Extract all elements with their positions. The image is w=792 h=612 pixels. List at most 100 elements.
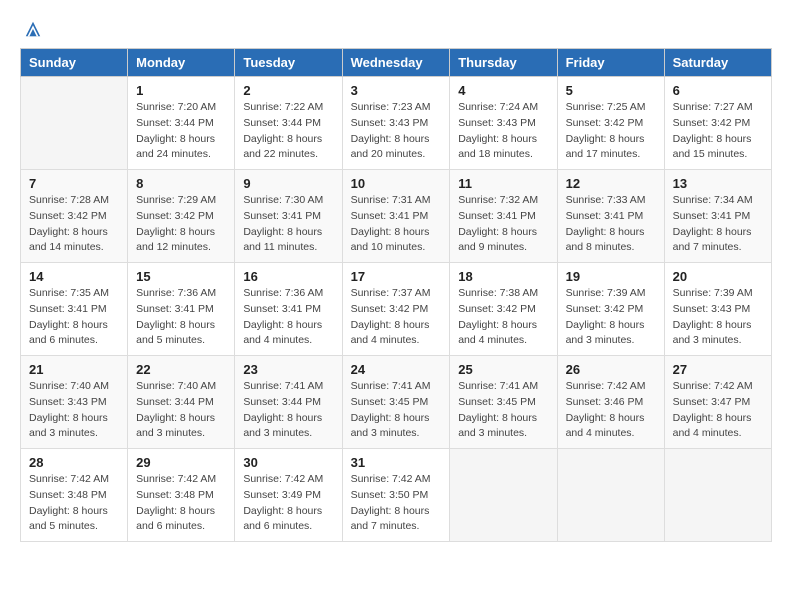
calendar-cell xyxy=(664,449,771,542)
calendar-cell: 3 Sunrise: 7:23 AM Sunset: 3:43 PM Daylig… xyxy=(342,77,450,170)
calendar-cell xyxy=(557,449,664,542)
calendar-cell: 7 Sunrise: 7:28 AM Sunset: 3:42 PM Daylig… xyxy=(21,170,128,263)
calendar-week-row: 7 Sunrise: 7:28 AM Sunset: 3:42 PM Daylig… xyxy=(21,170,772,263)
calendar-week-row: 14 Sunrise: 7:35 AM Sunset: 3:41 PM Dayli… xyxy=(21,263,772,356)
day-info: Sunrise: 7:32 AM Sunset: 3:41 PM Dayligh… xyxy=(458,193,548,256)
calendar-cell: 30 Sunrise: 7:42 AM Sunset: 3:49 PM Dayli… xyxy=(235,449,342,542)
day-info: Sunrise: 7:36 AM Sunset: 3:41 PM Dayligh… xyxy=(243,286,333,349)
calendar-body: 1Sunrise: 7:20 AM Sunset: 3:44 PM Daylig… xyxy=(21,77,772,542)
day-info: Sunrise: 7:42 AM Sunset: 3:49 PM Dayligh… xyxy=(243,472,333,535)
day-number: 9 xyxy=(243,176,333,191)
calendar-week-row: 28Sunrise: 7:42 AM Sunset: 3:48 PM Dayli… xyxy=(21,449,772,542)
day-info: Sunrise: 7:39 AM Sunset: 3:43 PM Dayligh… xyxy=(673,286,763,349)
calendar-cell: 1Sunrise: 7:20 AM Sunset: 3:44 PM Daylig… xyxy=(128,77,235,170)
day-info: Sunrise: 7:38 AM Sunset: 3:42 PM Dayligh… xyxy=(458,286,548,349)
calendar-cell: 18 Sunrise: 7:38 AM Sunset: 3:42 PM Dayli… xyxy=(450,263,557,356)
calendar-cell: 4 Sunrise: 7:24 AM Sunset: 3:43 PM Daylig… xyxy=(450,77,557,170)
calendar-cell: 26 Sunrise: 7:42 AM Sunset: 3:46 PM Dayli… xyxy=(557,356,664,449)
calendar-cell: 24 Sunrise: 7:41 AM Sunset: 3:45 PM Dayli… xyxy=(342,356,450,449)
day-info: Sunrise: 7:34 AM Sunset: 3:41 PM Dayligh… xyxy=(673,193,763,256)
day-number: 4 xyxy=(458,83,548,98)
day-info: Sunrise: 7:28 AM Sunset: 3:42 PM Dayligh… xyxy=(29,193,119,256)
calendar-day-header: Wednesday xyxy=(342,49,450,77)
calendar-week-row: 21 Sunrise: 7:40 AM Sunset: 3:43 PM Dayli… xyxy=(21,356,772,449)
day-number: 15 xyxy=(136,269,226,284)
day-number: 29 xyxy=(136,455,226,470)
calendar-cell: 22Sunrise: 7:40 AM Sunset: 3:44 PM Dayli… xyxy=(128,356,235,449)
calendar-cell: 6 Sunrise: 7:27 AM Sunset: 3:42 PM Daylig… xyxy=(664,77,771,170)
day-info: Sunrise: 7:23 AM Sunset: 3:43 PM Dayligh… xyxy=(351,100,442,163)
calendar-cell: 20 Sunrise: 7:39 AM Sunset: 3:43 PM Dayli… xyxy=(664,263,771,356)
day-info: Sunrise: 7:36 AM Sunset: 3:41 PM Dayligh… xyxy=(136,286,226,349)
day-number: 1 xyxy=(136,83,226,98)
calendar-table: SundayMondayTuesdayWednesdayThursdayFrid… xyxy=(20,48,772,542)
day-number: 7 xyxy=(29,176,119,191)
day-number: 24 xyxy=(351,362,442,377)
calendar-cell: 25 Sunrise: 7:41 AM Sunset: 3:45 PM Dayli… xyxy=(450,356,557,449)
day-info: Sunrise: 7:42 AM Sunset: 3:50 PM Dayligh… xyxy=(351,472,442,535)
day-info: Sunrise: 7:40 AM Sunset: 3:43 PM Dayligh… xyxy=(29,379,119,442)
calendar-cell: 17 Sunrise: 7:37 AM Sunset: 3:42 PM Dayli… xyxy=(342,263,450,356)
calendar-cell: 13 Sunrise: 7:34 AM Sunset: 3:41 PM Dayli… xyxy=(664,170,771,263)
day-number: 23 xyxy=(243,362,333,377)
day-number: 28 xyxy=(29,455,119,470)
calendar-day-header: Monday xyxy=(128,49,235,77)
calendar-day-header: Sunday xyxy=(21,49,128,77)
day-number: 8 xyxy=(136,176,226,191)
calendar-cell xyxy=(21,77,128,170)
calendar-cell: 5 Sunrise: 7:25 AM Sunset: 3:42 PM Daylig… xyxy=(557,77,664,170)
day-number: 21 xyxy=(29,362,119,377)
day-number: 19 xyxy=(566,269,656,284)
calendar-cell: 11 Sunrise: 7:32 AM Sunset: 3:41 PM Dayli… xyxy=(450,170,557,263)
day-info: Sunrise: 7:33 AM Sunset: 3:41 PM Dayligh… xyxy=(566,193,656,256)
day-number: 16 xyxy=(243,269,333,284)
day-number: 30 xyxy=(243,455,333,470)
day-number: 11 xyxy=(458,176,548,191)
calendar-cell: 21 Sunrise: 7:40 AM Sunset: 3:43 PM Dayli… xyxy=(21,356,128,449)
calendar-day-header: Tuesday xyxy=(235,49,342,77)
day-info: Sunrise: 7:39 AM Sunset: 3:42 PM Dayligh… xyxy=(566,286,656,349)
logo-icon xyxy=(24,20,42,38)
calendar-cell: 28Sunrise: 7:42 AM Sunset: 3:48 PM Dayli… xyxy=(21,449,128,542)
day-number: 17 xyxy=(351,269,442,284)
day-info: Sunrise: 7:42 AM Sunset: 3:47 PM Dayligh… xyxy=(673,379,763,442)
day-number: 25 xyxy=(458,362,548,377)
day-number: 18 xyxy=(458,269,548,284)
day-number: 3 xyxy=(351,83,442,98)
day-info: Sunrise: 7:27 AM Sunset: 3:42 PM Dayligh… xyxy=(673,100,763,163)
day-info: Sunrise: 7:41 AM Sunset: 3:44 PM Dayligh… xyxy=(243,379,333,442)
day-number: 12 xyxy=(566,176,656,191)
calendar-cell: 9 Sunrise: 7:30 AM Sunset: 3:41 PM Daylig… xyxy=(235,170,342,263)
day-info: Sunrise: 7:41 AM Sunset: 3:45 PM Dayligh… xyxy=(351,379,442,442)
day-info: Sunrise: 7:41 AM Sunset: 3:45 PM Dayligh… xyxy=(458,379,548,442)
calendar-week-row: 1Sunrise: 7:20 AM Sunset: 3:44 PM Daylig… xyxy=(21,77,772,170)
day-number: 13 xyxy=(673,176,763,191)
page-header xyxy=(20,20,772,38)
day-info: Sunrise: 7:37 AM Sunset: 3:42 PM Dayligh… xyxy=(351,286,442,349)
calendar-cell: 23 Sunrise: 7:41 AM Sunset: 3:44 PM Dayli… xyxy=(235,356,342,449)
calendar-cell xyxy=(450,449,557,542)
day-number: 26 xyxy=(566,362,656,377)
day-info: Sunrise: 7:31 AM Sunset: 3:41 PM Dayligh… xyxy=(351,193,442,256)
day-info: Sunrise: 7:29 AM Sunset: 3:42 PM Dayligh… xyxy=(136,193,226,256)
day-number: 5 xyxy=(566,83,656,98)
calendar-cell: 12 Sunrise: 7:33 AM Sunset: 3:41 PM Dayli… xyxy=(557,170,664,263)
day-number: 14 xyxy=(29,269,119,284)
day-info: Sunrise: 7:30 AM Sunset: 3:41 PM Dayligh… xyxy=(243,193,333,256)
calendar-cell: 15 Sunrise: 7:36 AM Sunset: 3:41 PM Dayli… xyxy=(128,263,235,356)
day-number: 20 xyxy=(673,269,763,284)
day-info: Sunrise: 7:42 AM Sunset: 3:46 PM Dayligh… xyxy=(566,379,656,442)
calendar-cell: 8 Sunrise: 7:29 AM Sunset: 3:42 PM Daylig… xyxy=(128,170,235,263)
day-info: Sunrise: 7:35 AM Sunset: 3:41 PM Dayligh… xyxy=(29,286,119,349)
calendar-cell: 31Sunrise: 7:42 AM Sunset: 3:50 PM Dayli… xyxy=(342,449,450,542)
day-number: 6 xyxy=(673,83,763,98)
calendar-cell: 14 Sunrise: 7:35 AM Sunset: 3:41 PM Dayli… xyxy=(21,263,128,356)
logo xyxy=(20,20,42,38)
day-info: Sunrise: 7:24 AM Sunset: 3:43 PM Dayligh… xyxy=(458,100,548,163)
day-info: Sunrise: 7:25 AM Sunset: 3:42 PM Dayligh… xyxy=(566,100,656,163)
calendar-cell: 29Sunrise: 7:42 AM Sunset: 3:48 PM Dayli… xyxy=(128,449,235,542)
calendar-day-header: Friday xyxy=(557,49,664,77)
calendar-cell: 19 Sunrise: 7:39 AM Sunset: 3:42 PM Dayli… xyxy=(557,263,664,356)
calendar-cell: 27 Sunrise: 7:42 AM Sunset: 3:47 PM Dayli… xyxy=(664,356,771,449)
day-number: 27 xyxy=(673,362,763,377)
